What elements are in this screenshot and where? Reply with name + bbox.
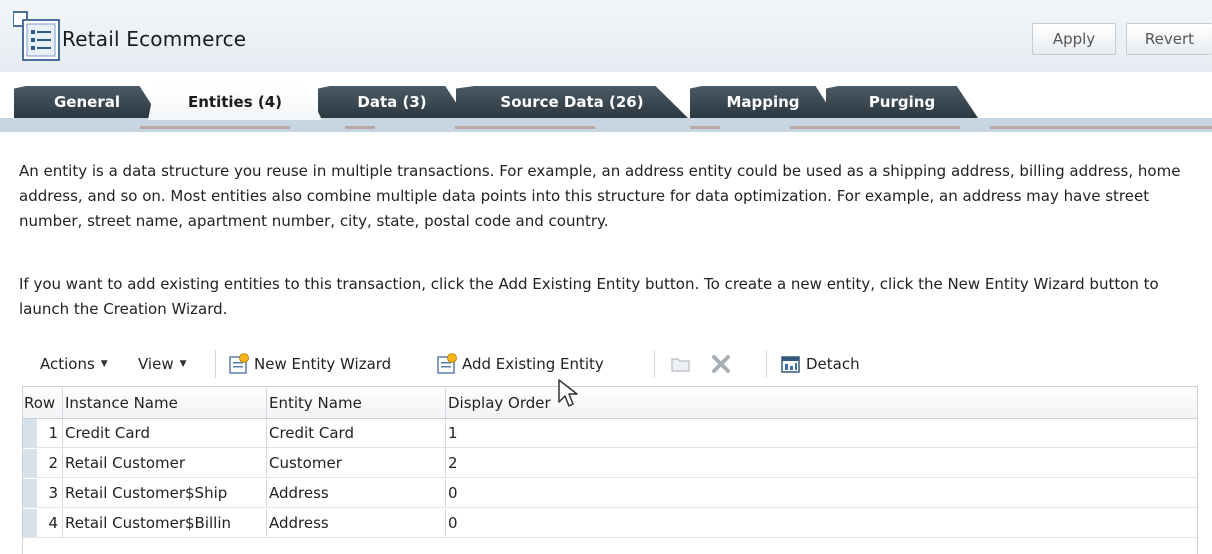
entity-name-cell: Address — [267, 479, 446, 507]
entity-name-cell: Customer — [267, 449, 446, 477]
column-header-entity-name[interactable]: Entity Name — [267, 387, 446, 418]
tab-divider — [140, 126, 290, 129]
instance-name-cell: Credit Card — [63, 419, 267, 447]
column-header-instance-name[interactable]: Instance Name — [63, 387, 267, 418]
table-row[interactable]: 1 Credit Card Credit Card 1 — [23, 419, 1197, 448]
actions-label: Actions — [40, 355, 95, 373]
entity-name-cell: Address — [267, 509, 446, 537]
row-number: 4 — [23, 509, 63, 537]
table-row[interactable]: 2 Retail Customer Customer 2 — [23, 449, 1197, 478]
detach-button[interactable]: Detach — [780, 348, 860, 380]
toolbar-separator — [654, 350, 655, 378]
new-entity-icon — [229, 353, 249, 374]
row-number: 3 — [23, 479, 63, 507]
tab-mapping[interactable]: Mapping — [690, 86, 836, 118]
toolbar-separator — [766, 350, 767, 378]
table-toolbar: Actions ▼ View ▼ New Entity Wizard Add E… — [28, 348, 1198, 380]
tab-divider — [990, 126, 1212, 129]
display-order-cell: 2 — [448, 454, 458, 472]
new-entity-wizard-label: New Entity Wizard — [254, 355, 392, 373]
apply-button[interactable]: Apply — [1032, 23, 1116, 55]
view-menu[interactable]: View ▼ — [138, 348, 187, 380]
add-entity-icon — [437, 353, 457, 374]
entity-description: An entity is a data structure you reuse … — [19, 162, 1181, 230]
tab-divider — [690, 126, 720, 129]
add-existing-entity-label: Add Existing Entity — [462, 355, 604, 373]
page-header: Retail Ecommerce Apply Revert — [0, 0, 1212, 72]
instance-name-cell: Retail Customer$Ship — [63, 479, 267, 507]
tab-source-data[interactable]: Source Data (26) — [456, 86, 688, 118]
delete-button[interactable] — [710, 348, 736, 380]
entities-table: Row Instance Name Entity Name Display Or… — [22, 386, 1198, 554]
add-entity-instructions: If you want to add existing entities to … — [19, 275, 1159, 318]
column-header-row[interactable]: Row — [23, 387, 63, 418]
instance-name-cell: Retail Customer — [63, 449, 267, 477]
tab-general[interactable]: General — [14, 86, 160, 118]
table-row[interactable]: 4 Retail Customer$Billin Address 0 — [23, 509, 1197, 538]
table-header-row: Row Instance Name Entity Name Display Or… — [23, 387, 1197, 419]
tab-purging[interactable]: Purging — [826, 86, 978, 118]
new-entity-wizard-button[interactable]: New Entity Wizard — [228, 348, 391, 380]
detach-icon — [781, 356, 800, 373]
tab-divider — [345, 126, 375, 129]
tab-data[interactable]: Data (3) — [318, 86, 466, 118]
delete-x-icon — [712, 355, 730, 373]
table-row[interactable]: 3 Retail Customer$Ship Address 0 — [23, 479, 1197, 508]
entity-name-cell: Credit Card — [267, 419, 446, 447]
view-label: View — [138, 355, 174, 373]
display-order-cell: 1 — [448, 424, 458, 442]
actions-menu[interactable]: Actions ▼ — [40, 348, 108, 380]
open-button[interactable] — [670, 348, 696, 380]
tab-divider — [790, 126, 960, 129]
chevron-down-icon: ▼ — [179, 359, 187, 369]
row-number: 1 — [23, 419, 63, 447]
display-order-cell: 0 — [448, 514, 458, 532]
tab-divider — [455, 126, 595, 129]
revert-button[interactable]: Revert — [1126, 23, 1212, 55]
add-existing-entity-button[interactable]: Add Existing Entity — [436, 348, 604, 380]
detach-label: Detach — [806, 355, 860, 373]
row-number: 2 — [23, 449, 63, 477]
display-order-cell: 0 — [448, 484, 458, 502]
tab-strip-band — [0, 118, 1212, 132]
page-title: Retail Ecommerce — [62, 27, 247, 51]
folder-icon — [671, 358, 690, 372]
mouse-pointer-icon — [558, 379, 578, 407]
tab-entities[interactable]: Entities (4) — [148, 84, 322, 120]
toolbar-separator — [215, 350, 216, 378]
chevron-down-icon: ▼ — [100, 359, 108, 369]
instance-name-cell: Retail Customer$Billin — [63, 509, 267, 537]
